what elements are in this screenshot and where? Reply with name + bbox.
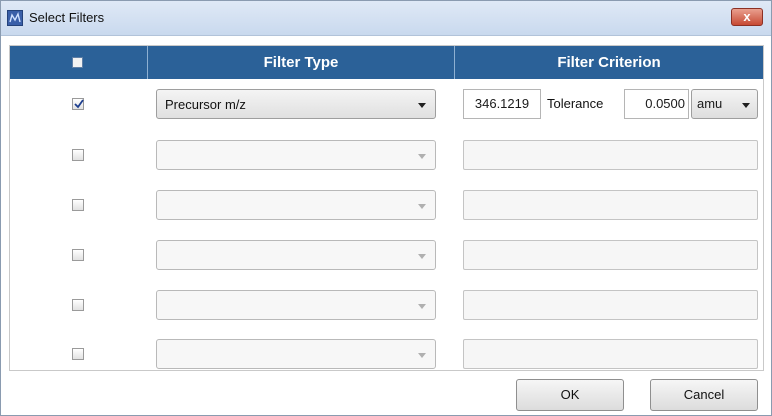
header-filter-type: Filter Type bbox=[263, 54, 339, 71]
grid-header: Filter Type Filter Criterion bbox=[10, 46, 763, 79]
unit-value: amu bbox=[697, 96, 723, 111]
cancel-button[interactable]: Cancel bbox=[650, 379, 758, 411]
row-checkbox[interactable] bbox=[72, 348, 84, 360]
checkmark-icon bbox=[74, 99, 84, 109]
ok-button[interactable]: OK bbox=[516, 379, 624, 411]
chevron-down-icon bbox=[418, 304, 426, 309]
precursor-mz-input[interactable]: 346.1219 bbox=[463, 89, 541, 119]
chevron-down-icon bbox=[418, 204, 426, 209]
filter-type-select[interactable] bbox=[156, 190, 436, 220]
criterion-field[interactable] bbox=[463, 140, 758, 170]
row-checkbox[interactable] bbox=[72, 149, 84, 161]
filter-row bbox=[10, 280, 763, 330]
chevron-down-icon bbox=[742, 103, 750, 108]
chevron-down-icon bbox=[418, 103, 426, 108]
filter-row: Precursor m/z 346.1219 Tolerance 0.0500 … bbox=[10, 80, 763, 130]
unit-select[interactable]: amu bbox=[691, 89, 758, 119]
row-checkbox[interactable] bbox=[72, 249, 84, 261]
criterion-field[interactable] bbox=[463, 339, 758, 369]
row-checkbox[interactable] bbox=[72, 199, 84, 211]
filter-type-value: Precursor m/z bbox=[165, 97, 246, 112]
title-bar[interactable]: Select Filters x bbox=[1, 1, 771, 36]
filters-grid: Filter Type Filter Criterion Precursor m… bbox=[9, 45, 764, 371]
select-all-checkbox[interactable] bbox=[72, 57, 83, 68]
chevron-down-icon bbox=[418, 353, 426, 358]
chevron-down-icon bbox=[418, 254, 426, 259]
filter-type-select[interactable] bbox=[156, 240, 436, 270]
filter-row bbox=[10, 130, 763, 180]
header-filter-criterion: Filter Criterion bbox=[557, 54, 661, 71]
criterion-field[interactable] bbox=[463, 290, 758, 320]
window-title: Select Filters bbox=[29, 10, 105, 25]
filter-type-select[interactable]: Precursor m/z bbox=[156, 89, 436, 119]
close-button[interactable]: x bbox=[731, 8, 763, 26]
filter-row bbox=[10, 330, 763, 380]
select-filters-dialog: Select Filters x Filter Type Filter Crit… bbox=[0, 0, 772, 416]
filter-row bbox=[10, 180, 763, 230]
filter-type-select[interactable] bbox=[156, 290, 436, 320]
criterion-field[interactable] bbox=[463, 190, 758, 220]
app-icon bbox=[7, 10, 23, 26]
criterion-field[interactable] bbox=[463, 240, 758, 270]
chevron-down-icon bbox=[418, 154, 426, 159]
filter-type-select[interactable] bbox=[156, 339, 436, 369]
row-checkbox[interactable] bbox=[72, 299, 84, 311]
tolerance-label: Tolerance bbox=[547, 96, 604, 111]
filter-row bbox=[10, 230, 763, 280]
row-checkbox[interactable] bbox=[72, 98, 84, 110]
filter-type-select[interactable] bbox=[156, 140, 436, 170]
tolerance-input[interactable]: 0.0500 bbox=[624, 89, 689, 119]
